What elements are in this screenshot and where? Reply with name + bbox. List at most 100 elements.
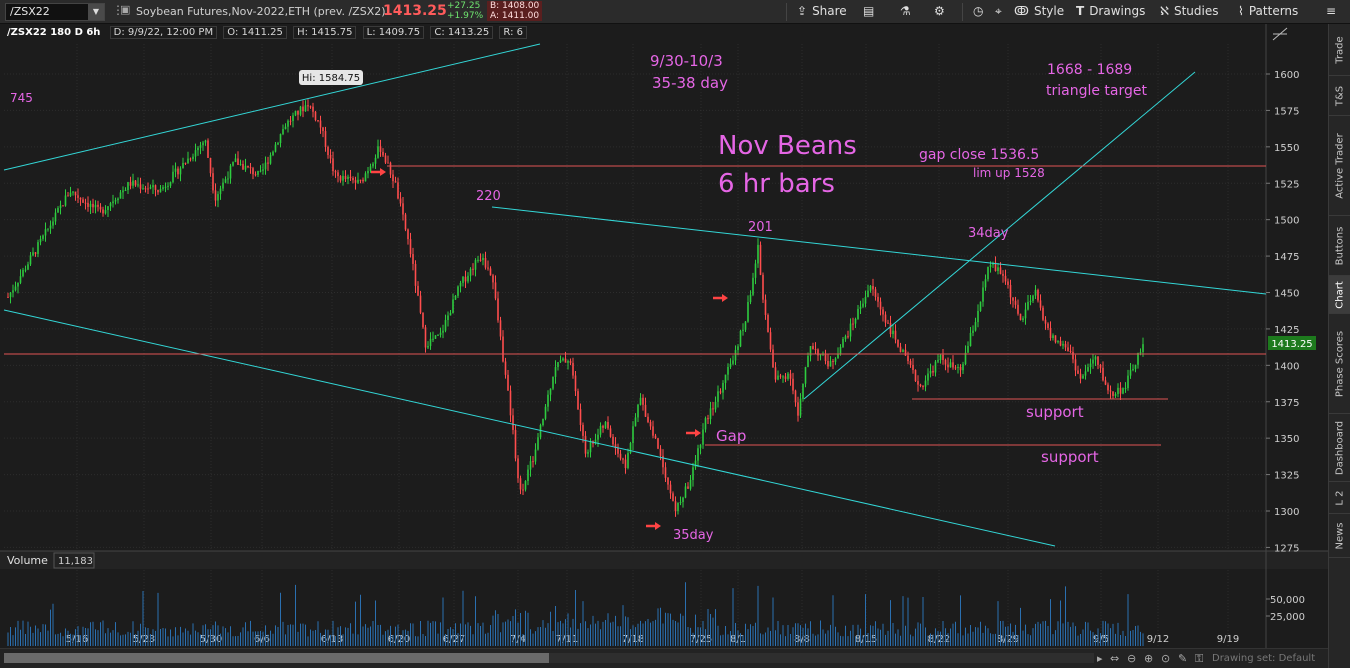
candle-body (769, 332, 772, 350)
time-button[interactable]: ◷ (973, 4, 988, 18)
candle-body (577, 391, 579, 410)
candle-body (652, 426, 654, 436)
candle-body (484, 257, 487, 268)
candle-body (602, 425, 604, 428)
side-tab-active-trader[interactable]: Active Trader (1329, 116, 1350, 216)
flag-icon[interactable]: ▣ (120, 3, 130, 16)
zoom-in-icon[interactable]: ⊕ (1144, 652, 1153, 665)
candle-body (84, 202, 87, 204)
candle-body (639, 397, 642, 405)
studies-button[interactable]: ℵ Studies (1160, 4, 1218, 18)
save-button[interactable]: ▤ (863, 4, 879, 18)
settings-button[interactable]: ⚙ (934, 4, 950, 18)
candle-body (22, 269, 24, 277)
candle-body (407, 229, 409, 240)
flask-button[interactable]: ⚗ (900, 4, 916, 18)
candle-body (1007, 281, 1009, 285)
candle-body (349, 176, 352, 179)
candle-body (632, 426, 634, 444)
scroll-right-icon[interactable]: ▸ (1097, 652, 1103, 665)
zoom-out-icon[interactable]: ⊖ (1127, 652, 1136, 665)
candle-body (67, 195, 69, 197)
candle-body (859, 306, 862, 309)
candle-body (664, 467, 667, 478)
text-tool-icon: T (1076, 4, 1085, 18)
date-tick-label: 5/16 (66, 634, 88, 645)
candle-body (762, 274, 764, 300)
cursor-icon[interactable]: ✎ (1178, 652, 1187, 665)
info-low: L: 1409.75 (362, 26, 425, 39)
candle-body (804, 367, 807, 384)
symbol-dropdown-icon[interactable]: ▼ (88, 4, 104, 20)
side-tab-label: Chart (1334, 280, 1346, 309)
candle-body (1134, 364, 1137, 370)
candle-body (489, 268, 492, 276)
date-tick-label: 7/11 (556, 634, 578, 645)
side-tab-l-2[interactable]: L 2 (1329, 482, 1350, 514)
more-button[interactable]: ≡ (1326, 4, 1341, 18)
candle-body (837, 354, 839, 359)
share-button[interactable]: ⇪ Share (797, 4, 847, 18)
price-tick-label: 1425 (1274, 325, 1299, 336)
side-tab-buttons[interactable]: Buttons (1329, 216, 1350, 276)
side-tab-t-s[interactable]: T&S (1329, 76, 1350, 116)
pan-icon[interactable]: ⇔ (1110, 652, 1119, 665)
candle-body (492, 275, 494, 283)
side-tab-chart[interactable]: Chart (1329, 276, 1350, 314)
candle-body (19, 276, 22, 283)
price-tick-label: 1300 (1274, 507, 1299, 518)
candle-body (524, 481, 527, 490)
side-tab-trade[interactable]: Trade (1329, 24, 1350, 76)
info-date: D: 9/9/22, 12:00 PM (109, 26, 218, 39)
candle-body (1114, 393, 1117, 396)
side-tab-phase-scores[interactable]: Phase Scores (1329, 314, 1350, 414)
candle-body (392, 174, 394, 182)
clock-icon: ◷ (973, 4, 984, 18)
candle-body (854, 318, 857, 324)
candle-body (509, 390, 512, 416)
style-button[interactable]: ↂ Style (1014, 4, 1064, 18)
candle-body (619, 453, 622, 459)
side-tab-dashboard[interactable]: Dashboard (1329, 414, 1350, 482)
candle-body (564, 358, 567, 363)
candle-body (342, 175, 344, 181)
crosshair-icon: ⌖ (995, 4, 1002, 18)
candle-body (54, 212, 57, 222)
scrollbar-thumb[interactable] (4, 653, 549, 663)
lock-icon[interactable]: ⚿ (1195, 652, 1203, 666)
candle-body (292, 115, 294, 122)
side-tab-news[interactable]: News (1329, 514, 1350, 558)
style-icon: ↂ (1014, 4, 1029, 18)
candle-body (244, 165, 247, 170)
candle-body (927, 373, 929, 381)
chart-canvas[interactable]: 1600 1575 1550 1525 1500 1475 1450 1425 1400 1375… (0, 24, 1328, 648)
candle-body (507, 374, 509, 391)
magnet-icon[interactable]: ⊙ (1161, 652, 1170, 665)
candle-body (202, 142, 204, 146)
candle-body (242, 164, 244, 170)
candle-body (747, 302, 749, 322)
candle-body (657, 438, 659, 449)
patterns-button[interactable]: ⌇ Patterns (1238, 4, 1298, 18)
candle-body (609, 428, 612, 437)
candle-body (429, 338, 432, 346)
candle-body (144, 188, 147, 190)
drawings-button[interactable]: T Drawings (1076, 4, 1145, 18)
top-toolbar: /ZSX22 ▼ ⋮ ▣ Soybean Futures,Nov-2022,ET… (0, 0, 1350, 24)
crosshair-button[interactable]: ⌖ (995, 4, 1007, 19)
symbol-input[interactable]: /ZSX22 ▼ (5, 3, 105, 21)
volume-value: 11,183 (58, 556, 93, 567)
candle-body (939, 354, 942, 361)
candle-body (427, 345, 429, 348)
candle-body (907, 355, 909, 362)
candle-body (187, 158, 189, 164)
last-price: 1413.25 (383, 3, 447, 19)
horizontal-scrollbar[interactable] (4, 653, 1094, 663)
candle-body (297, 110, 299, 115)
candle-body (307, 105, 309, 107)
candle-body (329, 155, 332, 159)
candle-body (617, 448, 619, 454)
candle-body (1042, 307, 1044, 320)
candle-body (1009, 284, 1012, 298)
candle-body (629, 443, 632, 454)
